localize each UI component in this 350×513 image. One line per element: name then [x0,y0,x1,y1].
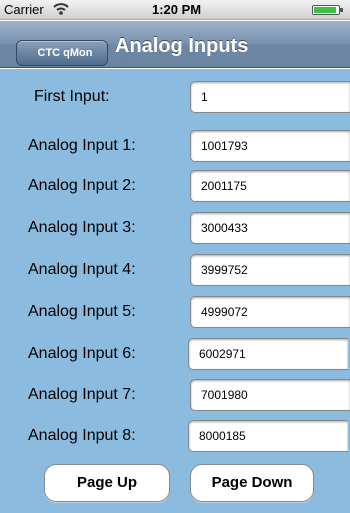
analog-input-7-field[interactable]: 7001980 [190,379,350,411]
analog-input-label: Analog Input 7: [28,386,136,403]
analog-input-6-field[interactable]: 6002971 [188,338,348,370]
analog-input-label: Analog Input 6: [28,345,136,362]
battery-icon [312,5,343,15]
page-up-button[interactable]: Page Up [44,464,170,502]
analog-input-2-field[interactable]: 2001175 [190,170,350,202]
analog-input-label: Analog Input 2: [28,177,136,194]
analog-input-8-field[interactable]: 8000185 [188,420,348,452]
analog-input-row-5: Analog Input 5: 4999072 [0,296,350,328]
status-bar: Carrier 1:20 PM [0,0,350,20]
analog-input-row-4: Analog Input 4: 3999752 [0,254,350,286]
analog-input-3-field[interactable]: 3000433 [190,212,350,244]
content-area: First Input: 1 Analog Input 1: 1001793 A… [0,69,350,513]
battery-level [314,7,336,13]
analog-input-label: Analog Input 8: [28,427,136,444]
navigation-bar: CTC qMon Analog Inputs [0,21,350,68]
analog-input-row-2: Analog Input 2: 2001175 [0,170,350,202]
analog-input-row-7: Analog Input 7: 7001980 [0,379,350,411]
analog-input-label: Analog Input 3: [28,219,136,236]
analog-input-row-8: Analog Input 8: 8000185 [0,420,350,452]
analog-input-4-field[interactable]: 3999752 [190,254,350,286]
wifi-icon [53,3,69,15]
status-time: 1:20 PM [152,2,202,17]
carrier-label: Carrier [4,2,44,17]
analog-input-1-field[interactable]: 1001793 [190,130,350,162]
analog-input-label: Analog Input 4: [28,261,136,278]
analog-input-5-field[interactable]: 4999072 [190,296,350,328]
back-button[interactable]: CTC qMon [16,40,108,66]
battery-nub [340,8,343,12]
analog-input-label: Analog Input 5: [28,303,136,320]
page-down-button[interactable]: Page Down [190,464,314,502]
first-input-row: First Input: 1 [0,81,350,113]
analog-input-row-6: Analog Input 6: 6002971 [0,338,350,370]
analog-input-row-3: Analog Input 3: 3000433 [0,212,350,244]
first-input-label: First Input: [34,88,110,105]
analog-input-label: Analog Input 1: [28,137,136,154]
first-input-field[interactable]: 1 [190,81,350,113]
analog-input-row-1: Analog Input 1: 1001793 [0,130,350,162]
page-title: Analog Inputs [115,35,249,57]
